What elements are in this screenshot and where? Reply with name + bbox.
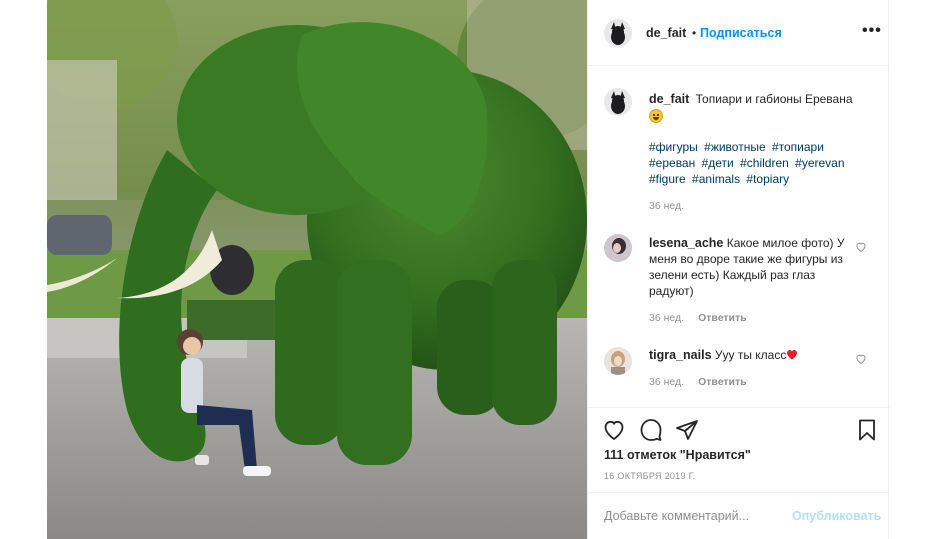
publish-button[interactable]: Опубликовать xyxy=(792,509,881,523)
comment-username[interactable]: tigra_nails xyxy=(649,348,712,362)
bookmark-icon[interactable] xyxy=(855,418,879,442)
hashtag-link[interactable]: #дети xyxy=(702,156,734,170)
hashtag-list: #фигуры #животные #топиари #ереван #дети… xyxy=(649,139,869,187)
comment-timestamp[interactable]: 36 нед. xyxy=(649,312,684,324)
more-options-icon[interactable]: ••• xyxy=(862,22,882,40)
caption-timestamp[interactable]: 36 нед. xyxy=(649,200,684,212)
reply-button[interactable]: Ответить xyxy=(698,376,747,388)
comment-timestamp[interactable]: 36 нед. xyxy=(649,376,684,388)
hashtag-link[interactable]: #children xyxy=(740,156,789,170)
add-comment-bar: Опубликовать xyxy=(588,492,890,539)
commenter-avatar[interactable] xyxy=(604,347,632,375)
comment-item: lesena_ache Какое милое фото) У меня во … xyxy=(649,235,849,299)
comment-meta: 36 нед. Ответить xyxy=(649,312,747,324)
author-username[interactable]: de_fait xyxy=(646,26,686,40)
comment-like-heart-icon[interactable] xyxy=(855,241,867,253)
caption-username[interactable]: de_fait xyxy=(649,92,689,106)
hashtag-link[interactable]: #животные xyxy=(704,140,765,154)
commenter-avatar[interactable] xyxy=(604,234,632,262)
elephant-topiary-photo xyxy=(47,0,587,539)
reply-button[interactable]: Ответить xyxy=(698,312,747,324)
hashtag-link[interactable]: #топиари xyxy=(772,140,824,154)
caption-text: Топиари и габионы Еревана xyxy=(695,92,853,106)
dog-avatar-icon xyxy=(604,88,632,116)
post-caption: de_fait Топиари и габионы Еревана xyxy=(649,91,869,125)
author-avatar[interactable] xyxy=(604,19,632,47)
likes-count[interactable]: 111 отметок "Нравится" xyxy=(604,448,751,462)
comment-icon[interactable] xyxy=(639,418,663,442)
post-date[interactable]: 16 ОКТЯБРЯ 2019 Г. xyxy=(604,471,695,481)
grinning-face-emoji-icon xyxy=(649,109,663,123)
share-icon[interactable] xyxy=(675,418,699,442)
comment-meta: 36 нед. Ответить xyxy=(649,376,747,388)
comment-item: tigra_nails Ууу ты класс xyxy=(649,347,849,363)
comment-text: Ууу ты класс xyxy=(714,348,787,362)
post-header: de_fait • Подписаться ••• xyxy=(588,0,890,66)
separator-dot: • xyxy=(692,26,697,40)
comments-section: de_fait Топиари и габионы Еревана #фигур… xyxy=(588,67,890,407)
profile-photo-icon xyxy=(604,234,632,262)
post-side-panel: de_fait • Подписаться ••• de_fait Топиар… xyxy=(587,0,890,539)
caption-avatar[interactable] xyxy=(604,88,632,116)
comment-input[interactable] xyxy=(604,509,784,523)
profile-photo-icon xyxy=(604,347,632,375)
dog-avatar-icon xyxy=(604,19,632,47)
hashtag-link[interactable]: #ереван xyxy=(649,156,695,170)
hashtag-link[interactable]: #topiary xyxy=(746,172,789,186)
hashtag-link[interactable]: #figure xyxy=(649,172,686,186)
red-heart-emoji-icon xyxy=(787,350,798,360)
comment-username[interactable]: lesena_ache xyxy=(649,236,723,250)
comment-like-heart-icon[interactable] xyxy=(855,353,867,365)
hashtag-link[interactable]: #animals xyxy=(692,172,740,186)
post-image[interactable] xyxy=(47,0,587,539)
hashtag-link[interactable]: #фигуры xyxy=(649,140,698,154)
post-actions: 111 отметок "Нравится" 16 ОКТЯБРЯ 2019 Г… xyxy=(588,407,890,492)
heart-icon[interactable] xyxy=(602,418,626,442)
follow-button[interactable]: Подписаться xyxy=(700,26,782,40)
hashtag-link[interactable]: #yerevan xyxy=(795,156,844,170)
